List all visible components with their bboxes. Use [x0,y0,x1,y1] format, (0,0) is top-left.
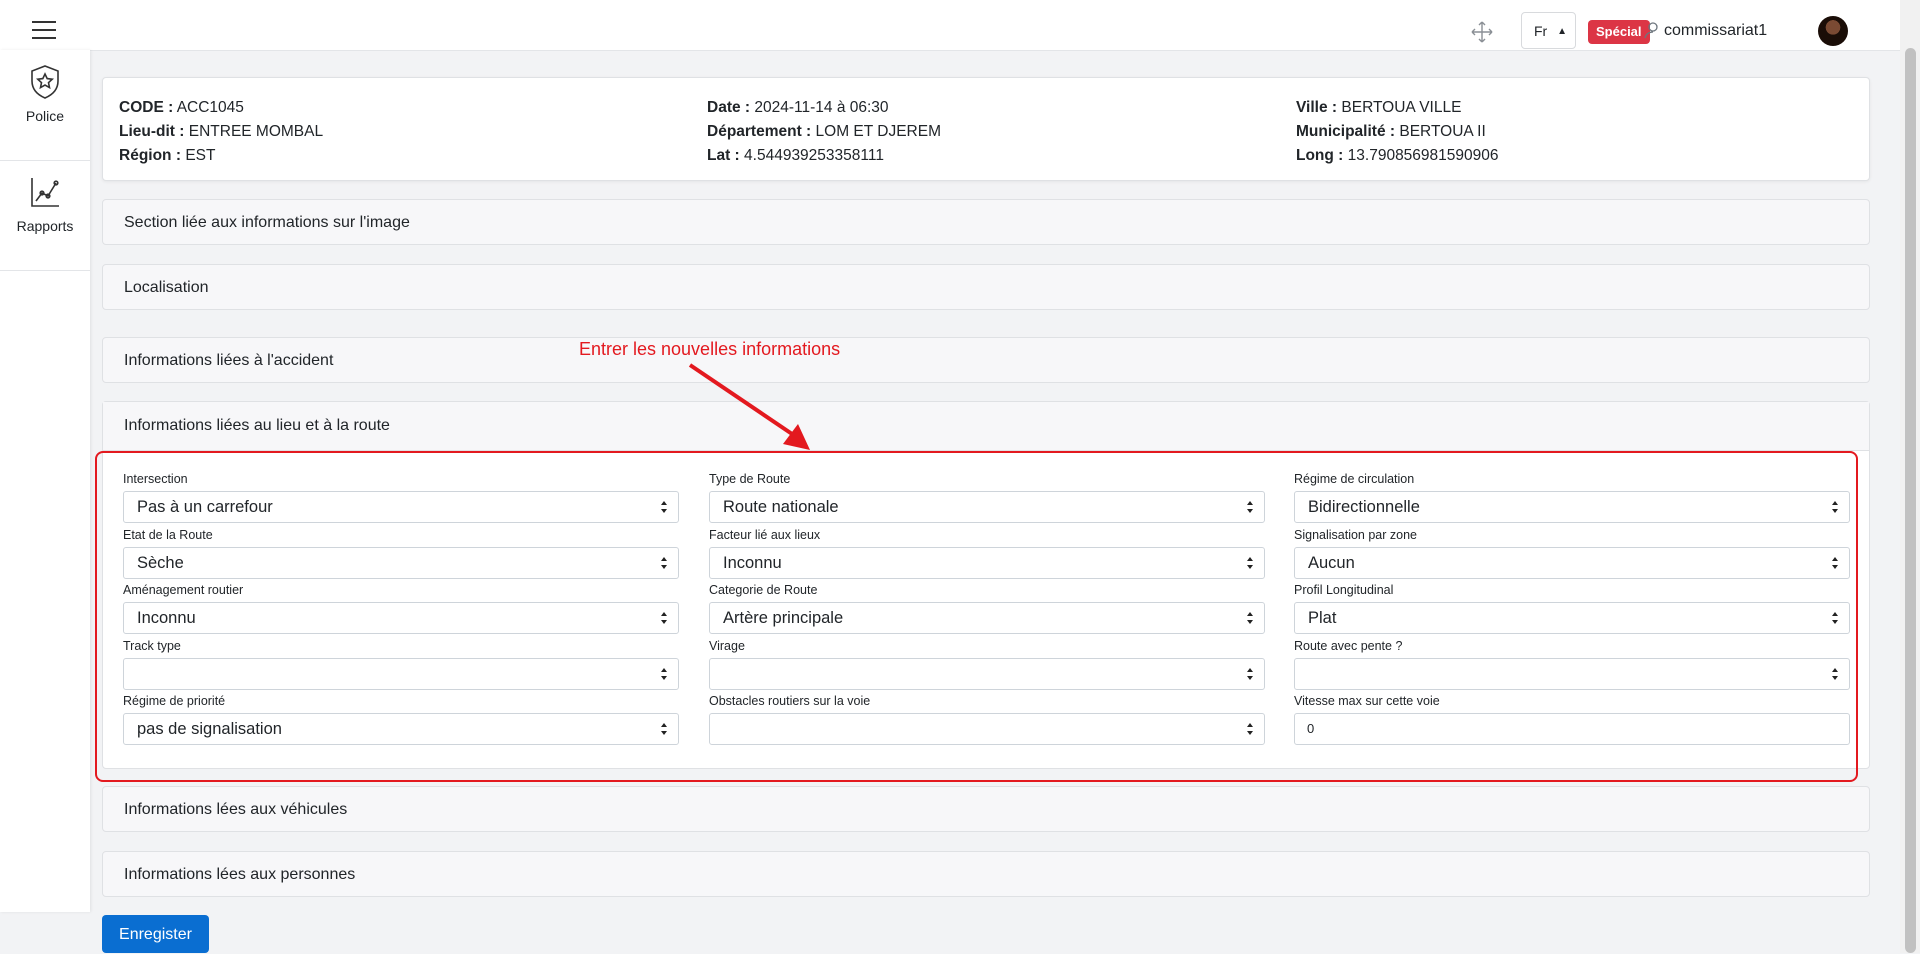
avatar[interactable] [1818,16,1848,46]
info-row: Lat : 4.544939253358111 [707,147,884,164]
special-badge: Spécial [1588,20,1650,44]
section-lieu-route-header[interactable]: Informations liées au lieu et à la route [103,402,1869,451]
section-accident-header[interactable]: Informations liées à l'accident [102,337,1870,383]
select-updown-icon: ▲ [1557,26,1567,37]
scrollbar-thumb[interactable] [1905,48,1916,953]
sidebar-item-label: Rapports [16,218,74,234]
section-image-header[interactable]: Section liée aux informations sur l'imag… [102,199,1870,245]
annotation-arrow-icon [688,363,810,450]
info-row: Lieu-dit : ENTREE MOMBAL [119,123,324,140]
section-localisation-header[interactable]: Localisation [102,264,1870,310]
police-badge-icon [31,65,59,99]
sidebar-item-rapports[interactable]: Rapports [0,160,90,271]
sidebar-item-police[interactable]: Police [0,50,90,161]
info-row: Département : LOM ET DJEREM [707,123,941,140]
user-icon [1644,22,1658,39]
top-bar: Fr ▲ Spécial commissariat1 [0,0,1900,51]
section-personnes-header[interactable]: Informations lées aux personnes [102,851,1870,897]
page-scrollbar[interactable] [1900,0,1920,953]
accident-summary-card: CODE : ACC1045 Lieu-dit : ENTREE MOMBAL … [102,77,1870,181]
info-column-2: Date : 2024-11-14 à 06:30 Département : … [707,96,941,168]
hamburger-menu-icon[interactable] [32,21,56,39]
language-select[interactable]: Fr ▲ [1521,12,1576,49]
info-row: Date : 2024-11-14 à 06:30 [707,99,889,116]
info-row: Municipalité : BERTOUA II [1296,123,1486,140]
language-value: Fr [1534,23,1548,39]
annotation-highlight-box [95,451,1858,782]
chart-line-icon [31,178,59,207]
move-arrows-icon[interactable] [1470,20,1494,44]
info-row: Long : 13.790856981590906 [1296,147,1499,164]
info-row: Ville : BERTOUA VILLE [1296,99,1462,116]
info-row: CODE : ACC1045 [119,99,244,116]
info-column-1: CODE : ACC1045 Lieu-dit : ENTREE MOMBAL … [119,96,323,168]
save-button[interactable]: Enregister [102,915,209,953]
section-vehicules-header[interactable]: Informations lées aux véhicules [102,786,1870,832]
sidebar: Police Rapports [0,50,90,912]
info-column-3: Ville : BERTOUA VILLE Municipalité : BER… [1296,96,1499,168]
info-row: Région : EST [119,147,216,164]
username[interactable]: commissariat1 [1664,22,1767,40]
sidebar-item-label: Police [25,108,65,124]
annotation-text: Entrer les nouvelles informations [579,339,841,359]
